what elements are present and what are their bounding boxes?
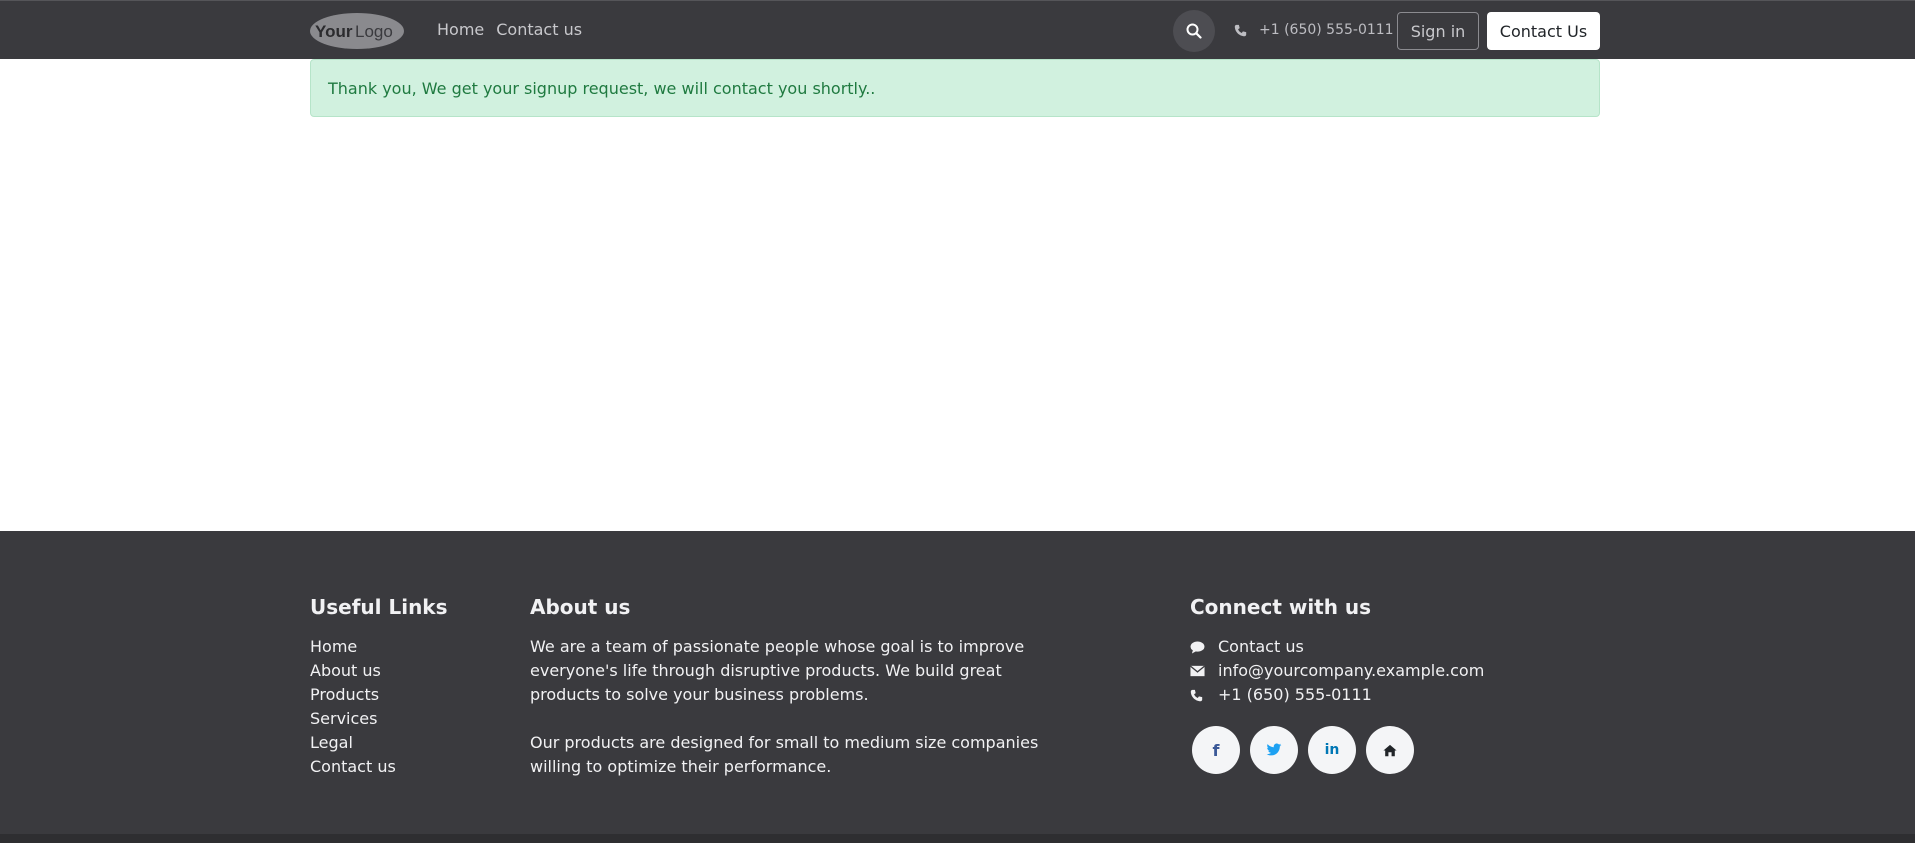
footer-bottom-bar [0,834,1915,843]
footer-link-contact-us[interactable]: Contact us [310,755,448,779]
connect-email-label: info@yourcompany.example.com [1218,661,1485,680]
search-icon [1186,23,1202,39]
connect-item-email[interactable]: info@yourcompany.example.com [1190,659,1484,683]
twitter-icon [1266,743,1282,756]
footer-link-about-us[interactable]: About us [310,659,448,683]
nav-contact-us[interactable]: Contact us [496,20,582,40]
nav-home[interactable]: Home [437,20,484,40]
sign-in-button[interactable]: Sign in [1397,12,1479,50]
facebook-button[interactable]: f [1192,726,1240,774]
site-footer: Useful Links Home About us Products Serv… [0,531,1915,834]
facebook-icon: f [1212,740,1220,760]
linkedin-icon: in [1324,742,1340,758]
phone-icon [1190,689,1218,702]
header-phone-text: +1 (650) 555-0111 [1259,22,1394,38]
useful-links-section: Useful Links Home About us Products Serv… [310,595,448,779]
connect-item-phone[interactable]: +1 (650) 555-0111 [1190,683,1484,707]
phone-icon [1234,24,1247,36]
connect-contact-label: Contact us [1218,637,1304,656]
connect-heading: Connect with us [1190,595,1372,619]
twitter-button[interactable] [1250,726,1298,774]
connect-section: Connect with us Contact us info@yourcomp… [1190,595,1484,707]
contact-us-button[interactable]: Contact Us [1487,12,1600,50]
home-icon [1383,744,1397,756]
logo[interactable]: Your Logo [309,12,405,50]
connect-item-contact[interactable]: Contact us [1190,635,1484,659]
logo-text-light: Logo [355,22,393,41]
logo-text-dark: Your [315,22,353,41]
header-phone[interactable]: +1 (650) 555-0111 [1234,22,1394,38]
alert-message: Thank you, We get your signup request, w… [328,78,876,98]
connect-phone-label: +1 (650) 555-0111 [1218,685,1372,704]
footer-link-home[interactable]: Home [310,635,448,659]
main-nav: Home Contact us [437,20,582,40]
envelope-icon [1190,665,1218,677]
about-section: About us We are a team of passionate peo… [530,595,1060,779]
social-links: f in [1192,726,1414,774]
useful-links-heading: Useful Links [310,595,448,619]
comment-icon [1190,640,1218,654]
about-paragraph: Our products are designed for small to m… [530,733,1039,776]
linkedin-button[interactable]: in [1308,726,1356,774]
about-heading: About us [530,595,631,619]
success-alert: Thank you, We get your signup request, w… [310,59,1600,117]
footer-link-legal[interactable]: Legal [310,731,448,755]
footer-link-services[interactable]: Services [310,707,448,731]
home-button[interactable] [1366,726,1414,774]
search-button[interactable] [1173,10,1215,52]
about-paragraph: We are a team of passionate people whose… [530,637,1025,704]
site-header: Your Logo Home Contact us +1 (650) 555-0… [0,0,1915,59]
footer-link-products[interactable]: Products [310,683,448,707]
